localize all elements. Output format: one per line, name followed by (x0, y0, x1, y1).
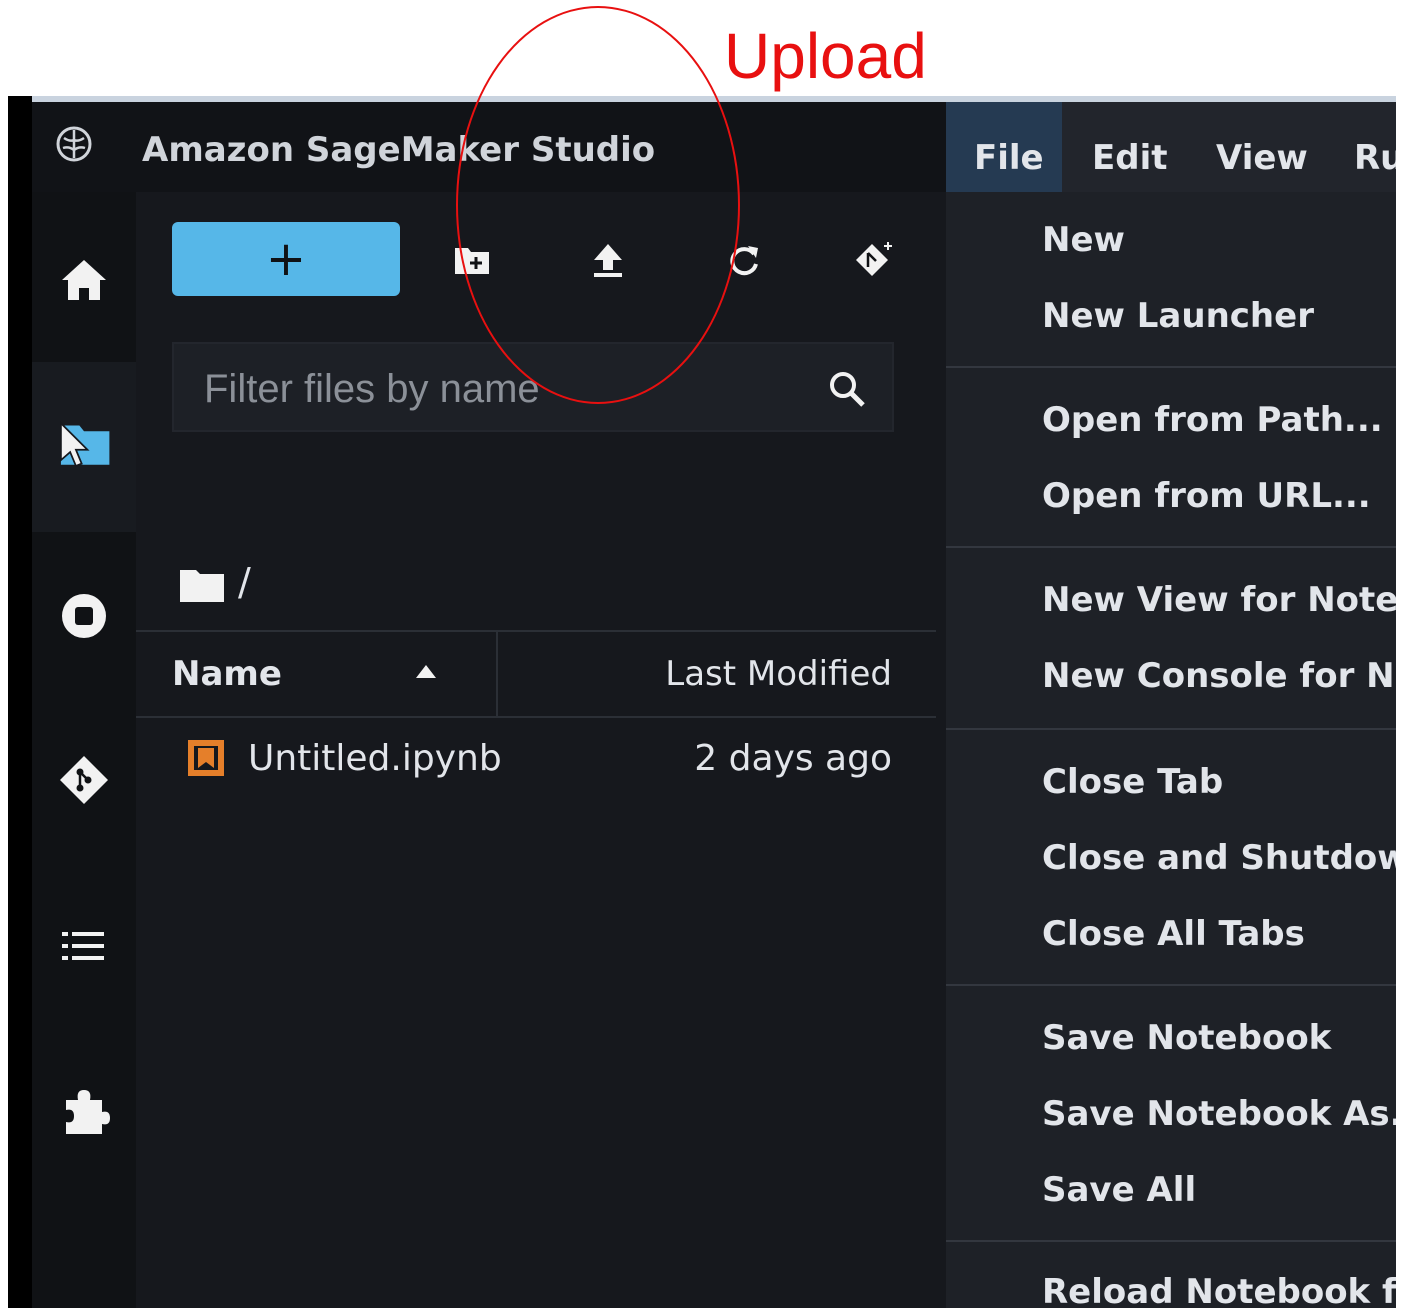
puzzle-icon (66, 1090, 110, 1134)
menu-file[interactable]: File (974, 138, 1044, 178)
sagemaker-studio-window: Amazon SageMaker Studio File Edit View R… (8, 96, 1396, 1308)
notebook-icon (188, 740, 224, 776)
menu-separator (946, 1240, 1396, 1242)
menu-item-save-all[interactable]: Save All (1042, 1170, 1196, 1210)
home-icon (62, 260, 106, 300)
file-list-item[interactable]: Untitled.ipynb 2 days ago (136, 718, 936, 798)
app-title: Amazon SageMaker Studio (142, 130, 656, 170)
menu-item-new[interactable]: New (1042, 220, 1125, 260)
menu-item-save-notebook[interactable]: Save Notebook (1042, 1018, 1331, 1058)
menu-bar: File Edit View Ru (946, 96, 1396, 192)
search-icon (830, 372, 865, 407)
activity-running[interactable] (32, 576, 136, 656)
upload-icon[interactable] (588, 240, 628, 280)
folder-icon (60, 421, 110, 468)
sagemaker-logo-icon (56, 126, 92, 162)
file-menu-dropdown: New New Launcher Open from Path... Open … (946, 192, 1396, 1308)
menu-item-close-all-tabs[interactable]: Close All Tabs (1042, 914, 1305, 954)
activity-table-of-contents[interactable] (32, 906, 136, 986)
new-folder-icon[interactable] (452, 240, 492, 280)
git-clone-icon[interactable] (854, 240, 894, 280)
activity-extensions[interactable] (32, 1072, 136, 1152)
annotation-upload-label: Upload (724, 20, 927, 92)
stop-circle-icon (62, 594, 106, 638)
menu-run[interactable]: Ru (1354, 138, 1396, 178)
git-icon (60, 756, 108, 804)
activity-home[interactable] (32, 240, 136, 320)
column-header-name[interactable]: Name (172, 654, 282, 694)
file-last-modified: 2 days ago (694, 738, 892, 779)
file-name[interactable]: Untitled.ipynb (248, 738, 502, 779)
refresh-icon[interactable] (724, 240, 764, 280)
menu-separator (946, 984, 1396, 986)
filter-files-input[interactable] (204, 364, 804, 414)
menu-item-open-from-path[interactable]: Open from Path... (1042, 400, 1383, 440)
menu-item-close-and-shutdown[interactable]: Close and Shutdown (1042, 838, 1396, 878)
menu-separator (946, 366, 1396, 368)
menu-separator (946, 728, 1396, 730)
menu-separator (946, 546, 1396, 548)
new-launcher-button[interactable]: + (172, 222, 400, 296)
activity-git[interactable] (32, 740, 136, 820)
list-icon (62, 932, 104, 960)
menu-item-new-launcher[interactable]: New Launcher (1042, 296, 1314, 336)
file-list-header: Name Last Modified (136, 630, 936, 718)
column-header-last-modified[interactable]: Last Modified (665, 654, 892, 694)
menu-item-reload-notebook[interactable]: Reload Notebook fro (1042, 1272, 1396, 1308)
window-edge (8, 96, 32, 1308)
title-bar: Amazon SageMaker Studio (32, 96, 952, 192)
file-browser-panel: + / Name (136, 192, 946, 1308)
activity-bar (32, 192, 136, 1308)
menu-item-new-console-for-notebook[interactable]: New Console for Not (1042, 656, 1396, 696)
breadcrumb-folder-icon[interactable] (180, 568, 224, 602)
menu-item-open-from-url[interactable]: Open from URL... (1042, 476, 1371, 516)
sort-ascending-icon[interactable] (414, 662, 438, 682)
menu-item-save-notebook-as[interactable]: Save Notebook As... (1042, 1094, 1396, 1134)
menu-item-new-view-for-notebook[interactable]: New View for Notebo (1042, 580, 1396, 620)
breadcrumb[interactable]: / (238, 560, 251, 604)
menu-item-close-tab[interactable]: Close Tab (1042, 762, 1223, 802)
search-box (172, 342, 894, 432)
activity-file-browser[interactable] (32, 404, 136, 484)
menu-view[interactable]: View (1216, 138, 1308, 178)
menu-edit[interactable]: Edit (1092, 138, 1167, 178)
column-divider[interactable] (496, 632, 498, 716)
